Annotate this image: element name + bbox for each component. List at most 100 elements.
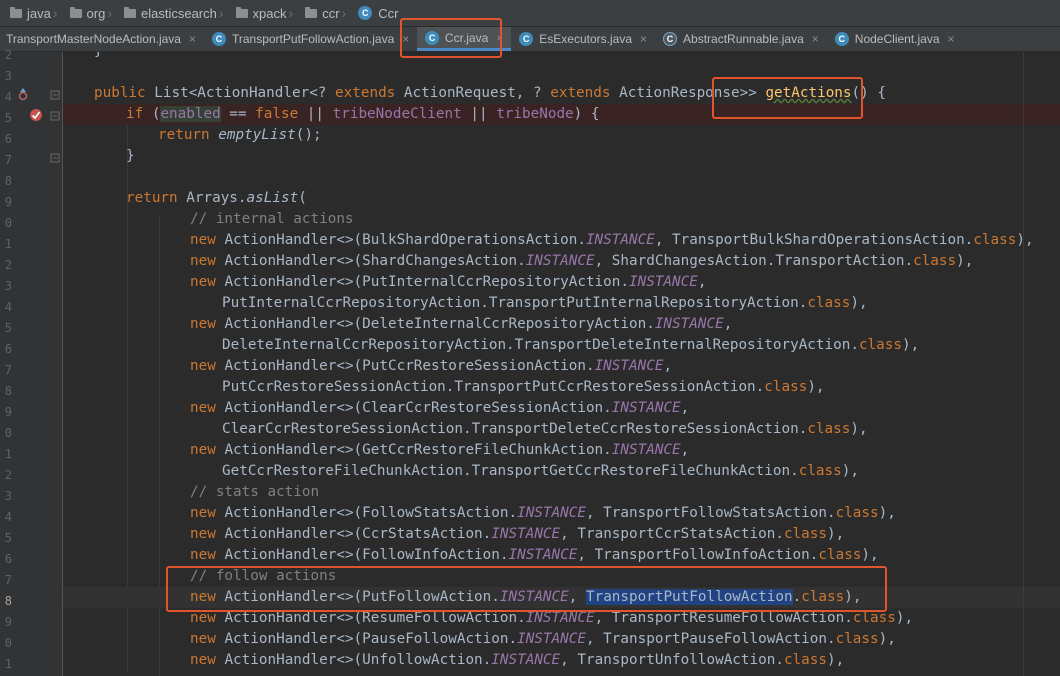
- code-line-method-declaration: public List<ActionHandler<? extends Acti…: [94, 85, 886, 101]
- java-class-icon: C: [519, 32, 534, 46]
- chevron-right-icon: ›: [341, 5, 347, 21]
- folder-icon: [124, 6, 136, 18]
- code-line: GetCcrRestoreFileChunkAction.TransportGe…: [222, 463, 859, 479]
- code-line: new ActionHandler<>(BulkShardOperationsA…: [190, 232, 1034, 248]
- code-line: new ActionHandler<>(CcrStatsAction.INSTA…: [190, 526, 845, 542]
- line-number: 3: [4, 69, 12, 83]
- line-number: 1: [4, 447, 12, 461]
- folder-icon: [305, 6, 318, 18]
- line-number: 1: [4, 237, 12, 251]
- code-line: new ActionHandler<>(PutInternalCcrReposi…: [190, 274, 707, 290]
- code-line: ClearCcrRestoreSessionAction.TransportDe…: [222, 421, 868, 437]
- breakpoint-icon[interactable]: [29, 108, 43, 122]
- line-number: 5: [4, 531, 12, 545]
- breadcrumb: java › org › elasticsearch › xpack › ccr › C …: [0, 0, 1060, 27]
- line-number: 7: [4, 363, 12, 377]
- line-number: 4: [4, 90, 12, 104]
- line-number: 9: [4, 195, 12, 209]
- folder-icon: [235, 6, 248, 18]
- close-icon[interactable]: ×: [402, 32, 409, 46]
- line-number: 3: [4, 279, 12, 293]
- code-line-comment: // stats action: [190, 484, 320, 500]
- line-number: 8: [4, 594, 12, 608]
- java-class-icon: C: [834, 32, 849, 46]
- line-number: 2: [4, 258, 12, 272]
- breadcrumb-item-ccr-class[interactable]: C Ccr: [354, 0, 402, 26]
- close-icon[interactable]: ×: [812, 32, 819, 46]
- code-line: DeleteInternalCcrRepositoryAction.Transp…: [222, 337, 920, 353]
- line-number: 2: [4, 48, 12, 62]
- chevron-right-icon: ›: [107, 5, 112, 21]
- close-icon[interactable]: ×: [189, 32, 196, 46]
- line-number: 9: [4, 615, 12, 629]
- tab-ccr[interactable]: C Ccr.java ×: [417, 27, 512, 51]
- close-icon[interactable]: ×: [496, 31, 503, 45]
- line-number: 5: [4, 321, 12, 335]
- code-line: new ActionHandler<>(DeleteInternalCcrRep…: [190, 316, 733, 332]
- chevron-right-icon: ›: [52, 5, 58, 21]
- line-number: 8: [4, 174, 12, 188]
- code-line: new ActionHandler<>(ResumeFollowAction.I…: [190, 610, 914, 626]
- breadcrumb-item-ccr[interactable]: ccr ›: [301, 0, 354, 26]
- folder-icon: [69, 6, 82, 18]
- code-line-comment: // follow actions: [190, 568, 337, 584]
- chevron-right-icon: ›: [218, 5, 224, 21]
- line-number: 2: [4, 468, 12, 482]
- line-number: 0: [4, 216, 12, 230]
- java-class-icon: C: [425, 30, 439, 45]
- code-line-breakpoint: if (enabled == false || tribeNodeClient …: [63, 104, 1060, 125]
- code-line-comment: // internal actions: [190, 211, 354, 227]
- line-number: 9: [4, 405, 12, 419]
- line-number: 6: [4, 132, 12, 146]
- fold-marker-icon[interactable]: [50, 153, 60, 163]
- tab-es-executors[interactable]: C EsExecutors.java ×: [511, 27, 655, 51]
- line-number: 0: [4, 426, 12, 440]
- chevron-right-icon: ›: [288, 5, 294, 21]
- folder-icon: [10, 6, 22, 18]
- line-number: 1: [4, 657, 12, 671]
- code-line: new ActionHandler<>(FollowInfoAction.INS…: [190, 547, 879, 563]
- selected-text: TransportPutFollowAction: [585, 589, 793, 605]
- code-line: PutCcrRestoreSessionAction.TransportPutC…: [222, 379, 825, 395]
- tab-transport-put-follow-action[interactable]: C TransportPutFollowAction.java ×: [204, 27, 417, 51]
- tab-node-client[interactable]: C NodeClient.java ×: [827, 27, 963, 51]
- code-line: new ActionHandler<>(GetCcrRestoreFileChu…: [190, 442, 690, 458]
- code-line: new ActionHandler<>(UnfollowAction.INSTA…: [190, 652, 845, 668]
- tab-abstract-runnable[interactable]: C AbstractRunnable.java ×: [655, 27, 827, 51]
- close-icon[interactable]: ×: [640, 32, 647, 46]
- close-icon[interactable]: ×: [948, 32, 955, 46]
- fold-marker-icon[interactable]: [50, 90, 60, 100]
- line-number: 4: [4, 510, 12, 524]
- code-editor[interactable]: } public List<ActionHandler<? extends Ac…: [63, 52, 1060, 676]
- code-line: new ActionHandler<>(PutCcrRestoreSession…: [190, 358, 673, 374]
- code-line-current: new ActionHandler<>(PutFollowAction.INST…: [63, 587, 1060, 608]
- java-class-icon: C: [358, 6, 373, 20]
- method-name-getActions: getActions: [765, 85, 852, 101]
- breadcrumb-item-org[interactable]: org ›: [66, 0, 120, 26]
- line-number: 0: [4, 636, 12, 650]
- code-line: new ActionHandler<>(ShardChangesAction.I…: [190, 253, 974, 269]
- editor-tab-bar: TransportMasterNodeAction.java × C Trans…: [0, 27, 1060, 52]
- code-line: new ActionHandler<>(ClearCcrRestoreSessi…: [190, 400, 690, 416]
- line-number: 6: [4, 552, 12, 566]
- breadcrumb-item-java[interactable]: java ›: [0, 0, 66, 26]
- line-number: 5: [4, 111, 12, 125]
- fold-marker-icon[interactable]: [50, 111, 60, 121]
- code-line: return Arrays.asList(: [126, 190, 307, 206]
- line-number: 7: [4, 153, 12, 167]
- breadcrumb-item-xpack[interactable]: xpack ›: [232, 0, 302, 26]
- right-margin-guide: [1023, 52, 1024, 676]
- java-class-icon: C: [211, 32, 226, 46]
- tab-transport-master-node-action[interactable]: TransportMasterNodeAction.java ×: [0, 27, 204, 51]
- abstract-class-icon: C: [663, 32, 678, 46]
- breadcrumb-item-elasticsearch[interactable]: elasticsearch ›: [120, 0, 232, 26]
- line-number: 8: [4, 384, 12, 398]
- line-number: 6: [4, 342, 12, 356]
- code-line: }: [126, 148, 135, 164]
- code-line: new ActionHandler<>(PauseFollowAction.IN…: [190, 631, 896, 647]
- code-line: }: [94, 52, 1054, 62]
- line-number: 3: [4, 489, 12, 503]
- override-icon[interactable]: [16, 87, 30, 101]
- editor-gutter: 2 3 4 5 6 7 8 9 0 1 2 3 4 5 6 7 8 9 0 1 …: [0, 48, 79, 676]
- line-number: 7: [4, 573, 12, 587]
